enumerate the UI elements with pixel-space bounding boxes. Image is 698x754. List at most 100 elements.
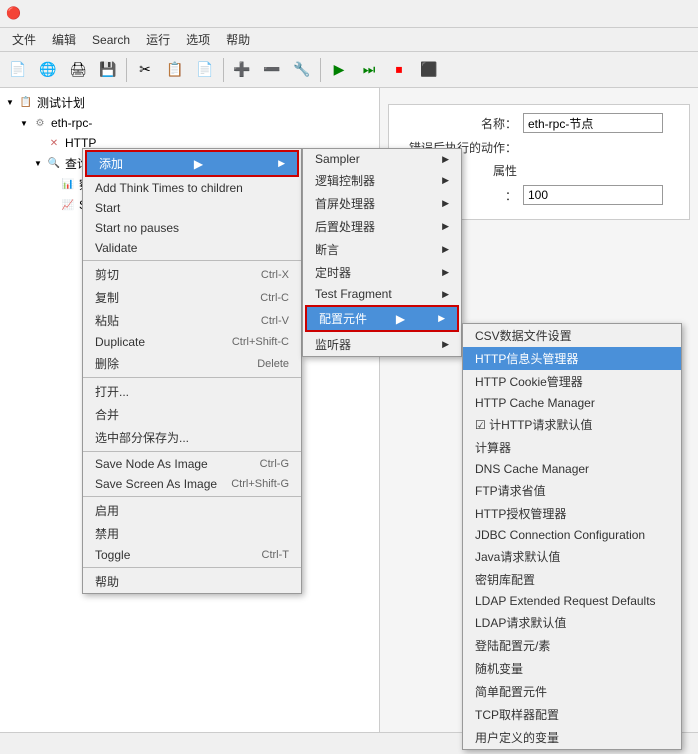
toolbar-copy[interactable]: 📋	[161, 56, 189, 84]
ctx-cut[interactable]: 剪切 Ctrl-X	[83, 263, 301, 286]
ctx-toggle-label: Toggle	[95, 548, 130, 562]
ctx-config-element[interactable]: 配置元件 ▶	[305, 305, 459, 332]
menu-item-文件[interactable]: 文件	[4, 29, 44, 50]
ctx-http-header[interactable]: HTTP信息头管理器	[463, 347, 681, 370]
toolbar-more[interactable]: ⬛	[415, 56, 443, 84]
ctx-copy-label: 复制	[95, 289, 119, 306]
menu-item-编辑[interactable]: 编辑	[44, 29, 84, 50]
ctx-logic-label: 逻辑控制器	[315, 172, 375, 189]
ctx-open[interactable]: 打开...	[83, 380, 301, 403]
ctx-duplicate[interactable]: Duplicate Ctrl+Shift-C	[83, 332, 301, 352]
ctx-jdbc-config[interactable]: JDBC Connection Configuration	[463, 525, 681, 545]
ctx-add[interactable]: 添加 ▶	[85, 150, 299, 177]
ctx-java-label: Java请求默认值	[475, 548, 560, 565]
ctx-pre-label: 首屏处理器	[315, 195, 375, 212]
toolbar-stop[interactable]: ⏹	[385, 56, 413, 84]
toolbar-print[interactable]: 🖨	[64, 56, 92, 84]
toolbar-sep-2	[223, 58, 224, 82]
ctx-save-node-image[interactable]: Save Node As Image Ctrl-G	[83, 454, 301, 474]
ctx-delete-shortcut: Delete	[257, 358, 289, 370]
ctx-validate-label: Validate	[95, 241, 137, 255]
ctx-enable[interactable]: 启用	[83, 499, 301, 522]
tree-arrow: ▼	[4, 97, 16, 109]
ctx-paste[interactable]: 粘贴 Ctrl-V	[83, 309, 301, 332]
ctx-http-defaults-label: ☑ 计HTTP请求默认值	[475, 416, 592, 433]
context-menu-1[interactable]: 添加 ▶ Add Think Times to children Start S…	[82, 148, 302, 594]
val-input[interactable]	[523, 185, 663, 205]
ctx-assertion[interactable]: 断言	[303, 238, 461, 261]
ctx-ldap-extended[interactable]: LDAP Extended Request Defaults	[463, 591, 681, 611]
ctx-help[interactable]: 帮助	[83, 570, 301, 593]
tree-item-plan[interactable]: ▼ 📋 测试计划	[0, 92, 379, 113]
observe-icon: 📊	[60, 177, 76, 193]
ctx-random-var[interactable]: 随机变量	[463, 657, 681, 680]
ctx-merge[interactable]: 合并	[83, 403, 301, 426]
ctx-cache-manager[interactable]: HTTP Cache Manager	[463, 393, 681, 413]
ctx-tcp-config[interactable]: TCP取样器配置	[463, 703, 681, 726]
ctx-think-times[interactable]: Add Think Times to children	[83, 178, 301, 198]
ctx-dns-cache[interactable]: DNS Cache Manager	[463, 459, 681, 479]
ctx-login-config[interactable]: 登陆配置元/素	[463, 634, 681, 657]
ctx-add-arrow: ▶	[194, 157, 203, 171]
ctx-sampler[interactable]: Sampler	[303, 149, 461, 169]
ctx-save-screen-image[interactable]: Save Screen As Image Ctrl+Shift-G	[83, 474, 301, 494]
ctx-start-nopauses[interactable]: Start no pauses	[83, 218, 301, 238]
name-input[interactable]	[523, 113, 663, 133]
context-menu-3[interactable]: CSV数据文件设置 HTTP信息头管理器 HTTP Cookie管理器 HTTP…	[462, 323, 682, 750]
ctx-save-node-image-shortcut: Ctrl-G	[260, 458, 289, 470]
ctx-save-selected[interactable]: 选中部分保存为...	[83, 426, 301, 449]
ctx-cookie-manager[interactable]: HTTP Cookie管理器	[463, 370, 681, 393]
toolbar-cut[interactable]: ✂	[131, 56, 159, 84]
ctx-jdbc-label: JDBC Connection Configuration	[475, 528, 645, 542]
ctx-csv[interactable]: CSV数据文件设置	[463, 324, 681, 347]
menu-item-选项[interactable]: 选项	[178, 29, 218, 50]
toolbar-paste[interactable]: 📄	[191, 56, 219, 84]
ctx-java-defaults[interactable]: Java请求默认值	[463, 545, 681, 568]
ctx-ldap-defaults[interactable]: LDAP请求默认值	[463, 611, 681, 634]
ctx-http-auth[interactable]: HTTP授权管理器	[463, 502, 681, 525]
toolbar-new[interactable]: 📄	[4, 56, 32, 84]
main-area: ▼ 📋 测试计划 ▼ ⚙ eth-rpc- ✕ HTTP ▼ 🔍 查询用 📊 察…	[0, 88, 698, 732]
toolbar-remove[interactable]: ➖	[258, 56, 286, 84]
toolbar-run-nodebug[interactable]: ⏭	[355, 56, 383, 84]
ctx-ftp-defaults[interactable]: FTP请求省值	[463, 479, 681, 502]
ctx-timer[interactable]: 定时器	[303, 261, 461, 284]
ctx-add-label: 添加	[99, 155, 123, 172]
ctx-copy[interactable]: 复制 Ctrl-C	[83, 286, 301, 309]
ctx-post-processor[interactable]: 后置处理器	[303, 215, 461, 238]
ctx-toggle[interactable]: Toggle Ctrl-T	[83, 545, 301, 565]
ctx-pre-processor[interactable]: 首屏处理器	[303, 192, 461, 215]
tree-item-ethrpc[interactable]: ▼ ⚙ eth-rpc-	[0, 113, 379, 133]
menu-item-帮助[interactable]: 帮助	[218, 29, 258, 50]
menu-item-运行[interactable]: 运行	[138, 29, 178, 50]
ctx-listener[interactable]: 监听器	[303, 333, 461, 356]
ctx-logic-controller[interactable]: 逻辑控制器	[303, 169, 461, 192]
ctx-start[interactable]: Start	[83, 198, 301, 218]
ctx-keystore[interactable]: 密钥库配置	[463, 568, 681, 591]
ctx-ldap-extended-label: LDAP Extended Request Defaults	[475, 594, 656, 608]
toolbar-add[interactable]: ➕	[228, 56, 256, 84]
ctx-help-label: 帮助	[95, 573, 119, 590]
ctx-user-vars[interactable]: 用户定义的变量	[463, 726, 681, 749]
context-menu-2[interactable]: Sampler 逻辑控制器 首屏处理器 后置处理器 断言 定时器 Test Fr…	[302, 148, 462, 357]
toolbar-run[interactable]: ▶	[325, 56, 353, 84]
ctx-simple-config[interactable]: 简单配置元件	[463, 680, 681, 703]
menu-item-Search[interactable]: Search	[84, 31, 138, 49]
ctx-config-label: 配置元件	[319, 310, 367, 327]
ctx-disable[interactable]: 禁用	[83, 522, 301, 545]
ctx-cut-shortcut: Ctrl-X	[261, 269, 289, 281]
ctx-ldap-label: LDAP请求默认值	[475, 614, 566, 631]
ctx-http-defaults[interactable]: ☑ 计HTTP请求默认值	[463, 413, 681, 436]
toolbar-save[interactable]: 💾	[94, 56, 122, 84]
ctx-save-screen-image-shortcut: Ctrl+Shift-G	[231, 478, 289, 490]
ctx-cut-label: 剪切	[95, 266, 119, 283]
ctx-assertion-label: 断言	[315, 241, 339, 258]
ctx-delete[interactable]: 删除 Delete	[83, 352, 301, 375]
ctx-disable-label: 禁用	[95, 525, 119, 542]
ctx-test-fragment[interactable]: Test Fragment	[303, 284, 461, 304]
ctx-validate[interactable]: Validate	[83, 238, 301, 258]
toolbar-open[interactable]: 🌐	[34, 56, 62, 84]
gear-icon: ⚙	[32, 115, 48, 131]
ctx-calculator[interactable]: 计算器	[463, 436, 681, 459]
toolbar-settings[interactable]: 🔧	[288, 56, 316, 84]
